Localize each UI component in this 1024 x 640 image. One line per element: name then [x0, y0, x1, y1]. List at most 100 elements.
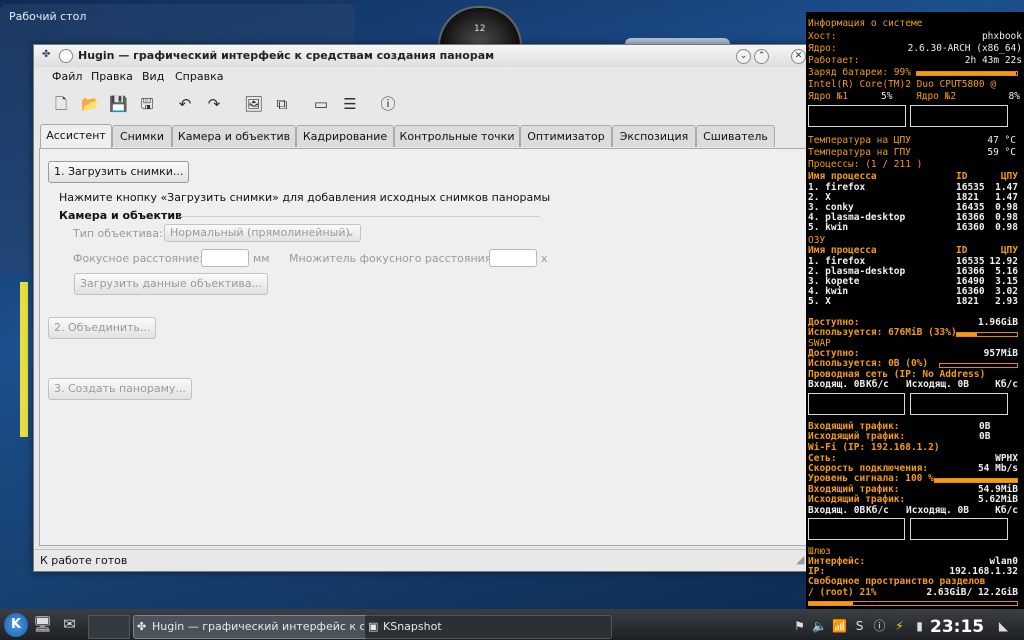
wired-out-label: Исходящ. 0B [906, 379, 969, 390]
mem-proc-header-id: ID [956, 245, 968, 256]
kernel-label: Ядро: [808, 43, 837, 54]
mail-icon[interactable]: ✉ [62, 617, 77, 632]
battery-bar-fill [917, 72, 1016, 75]
lens-type-label: Тип объектива: [73, 227, 163, 240]
lens-type-select[interactable]: Нормальный (прямолинейный) ⌄ [164, 224, 361, 242]
chevron-down-icon: ⌄ [345, 226, 355, 239]
tab-bar: Ассистент Снимки Камера и объектив Кадри… [40, 124, 810, 148]
tab-assistant[interactable]: Ассистент [40, 124, 112, 148]
battery-icon[interactable]: ▮ [912, 619, 927, 634]
cpu-proc-value: 0.98 [995, 222, 1018, 233]
assistant-panel: 1. Загрузить снимки... Нажмите кнопку «З… [39, 148, 809, 546]
process-count: Процессы: (1 / 211 ) [808, 159, 923, 170]
close-button[interactable]: ✕ [791, 49, 806, 64]
desktop-folder-title: Рабочий стол [9, 10, 87, 23]
assistant-hint: Нажмите кнопку «Загрузить снимки» для до… [59, 191, 551, 204]
taskbar-clock[interactable]: 23:15 [930, 617, 984, 637]
maximize-button[interactable]: ⌃ [754, 49, 769, 64]
ram-used-text: Используется: 676MiB (33%) [808, 327, 957, 338]
tab-exposure[interactable]: Экспозиция [612, 125, 696, 147]
menu-file[interactable]: Файл [52, 70, 82, 83]
sticky-note-widget [20, 282, 28, 437]
battery-text: Заряд батареи: 99% [808, 67, 911, 78]
fast-preview-icon[interactable]: ☰ [341, 95, 359, 113]
power-icon[interactable]: ⚡ [892, 619, 907, 634]
cpu-proc-header-cpu: ЦПУ [1000, 171, 1018, 182]
swap-used-text: Используется: 0B (0%) [808, 358, 929, 369]
add-images-icon[interactable]: 🖼 [244, 95, 263, 113]
save-icon[interactable]: 💾 [109, 95, 128, 113]
undo-icon[interactable]: ↶ [176, 95, 194, 113]
redo-icon[interactable]: ↷ [205, 95, 223, 113]
computer-icon[interactable]: 🖥 [33, 617, 52, 632]
open-folder-icon[interactable]: 📂 [81, 95, 100, 113]
gpu-temp-label: Температура на ГПУ [808, 147, 911, 158]
minimize-button[interactable]: ⌄ [736, 49, 751, 64]
lens-type-value: Нормальный (прямолинейный) [170, 226, 350, 239]
info-icon[interactable]: ⓘ [379, 95, 397, 113]
wifi-out-graph [910, 518, 1008, 540]
keyboard-layout-icon[interactable]: ⚑ [792, 619, 807, 634]
core2-graph [910, 105, 1008, 127]
skype-icon[interactable]: S [852, 619, 867, 634]
crop-factor-unit-label: x [541, 252, 548, 265]
volume-icon[interactable]: 🔈 [812, 619, 827, 634]
wired-out-graph [910, 393, 1008, 415]
task-hugin[interactable]: ✤ Hugin — графический интерфейс к ср [133, 615, 381, 639]
window-title: Hugin — графический интерфейс к средства… [78, 49, 495, 62]
menu-help[interactable]: Справка [175, 70, 223, 83]
mem-proc-header-cpu: ЦПУ [1000, 245, 1018, 256]
signal-bar-fill [935, 479, 1017, 482]
cpu-code: T5800 @ [956, 79, 997, 90]
core2-percent: 8% [1008, 91, 1020, 102]
cpu-proc-name: 5. kwin [808, 222, 849, 233]
align-button[interactable]: 2. Объединить... [48, 317, 157, 339]
preview-icon[interactable]: ▭ [312, 95, 330, 113]
load-lens-button[interactable]: Загрузить данные объектива... [74, 273, 269, 295]
tab-control-points[interactable]: Контрольные точки [394, 125, 520, 147]
host-label: Хост: [808, 31, 837, 42]
panel-toolbox-icon[interactable]: ◣ [996, 619, 1011, 634]
root-partition-value: 2.63GiB/ 12.2GiB [926, 587, 1018, 598]
status-text: К работе готов [40, 554, 128, 567]
remove-images-icon[interactable]: ⧉ [273, 95, 291, 113]
wifi-out-label: Исходящ. 0B [906, 505, 969, 516]
tab-optimizer[interactable]: Оптимизатор [520, 125, 612, 147]
signal-label: Уровень сигнала: 100 % [808, 473, 934, 484]
save-as-icon[interactable]: 🖫 [138, 95, 156, 113]
hugin-app-icon[interactable]: ✤ [42, 49, 54, 61]
wifi-in-label: Входящ. 0B [808, 505, 866, 516]
crop-factor-input[interactable] [489, 249, 537, 267]
uptime-value: 2h 43m 22s [964, 55, 1022, 66]
load-images-button[interactable]: 1. Загрузить снимки... [48, 161, 190, 183]
new-file-icon[interactable]: 🗋 [52, 95, 70, 113]
network-icon[interactable]: 📶 [832, 619, 847, 634]
hugin-task-icon: ✤ [137, 620, 147, 633]
tab-crop[interactable]: Кадрирование [296, 125, 394, 147]
pager-widget[interactable] [88, 615, 130, 639]
wifi-out-traffic-value: 5.62MiB [977, 494, 1018, 505]
tab-stitcher[interactable]: Сшиватель [696, 125, 775, 147]
notifications-icon[interactable]: ⓘ [872, 619, 887, 634]
menu-view[interactable]: Вид [142, 70, 164, 83]
focal-length-input[interactable] [201, 249, 249, 267]
task-ksnapshot[interactable]: ▣ KSnapshot [364, 615, 612, 639]
resize-grip-icon[interactable]: ◢ [796, 553, 804, 566]
tab-images[interactable]: Снимки [112, 125, 172, 147]
disk-header: Свободное пространство разделов [808, 576, 986, 587]
menu-edit[interactable]: Правка [91, 70, 133, 83]
create-panorama-button[interactable]: 3. Создать панораму... [48, 378, 192, 400]
root-partition-bar-fill [809, 602, 853, 605]
task-ksnapshot-label: KSnapshot [383, 620, 442, 633]
mem-proc-name: 5. X [808, 296, 831, 307]
toolbar: 🗋 📂 💾 🖫 ↶ ↷ 🖼 ⧉ ▭ ☰ ⓘ [34, 89, 810, 119]
window-titlebar[interactable]: ✤ Hugin — графический интерфейс к средст… [34, 45, 810, 67]
cpu-model: Intel(R) Core(TM)2 Duo CPU [808, 79, 957, 90]
status-bar: К работе готов ◢ [34, 549, 810, 570]
wired-out-unit: Кб/с [995, 379, 1018, 390]
uptime-label: Работает: [808, 55, 860, 66]
on-all-desktops-button[interactable] [59, 49, 73, 63]
camera-lens-section-title: Камера и объектив [59, 209, 183, 222]
kde-menu-icon[interactable]: K [4, 613, 28, 637]
tab-camera-lens[interactable]: Камера и объектив [172, 125, 296, 147]
